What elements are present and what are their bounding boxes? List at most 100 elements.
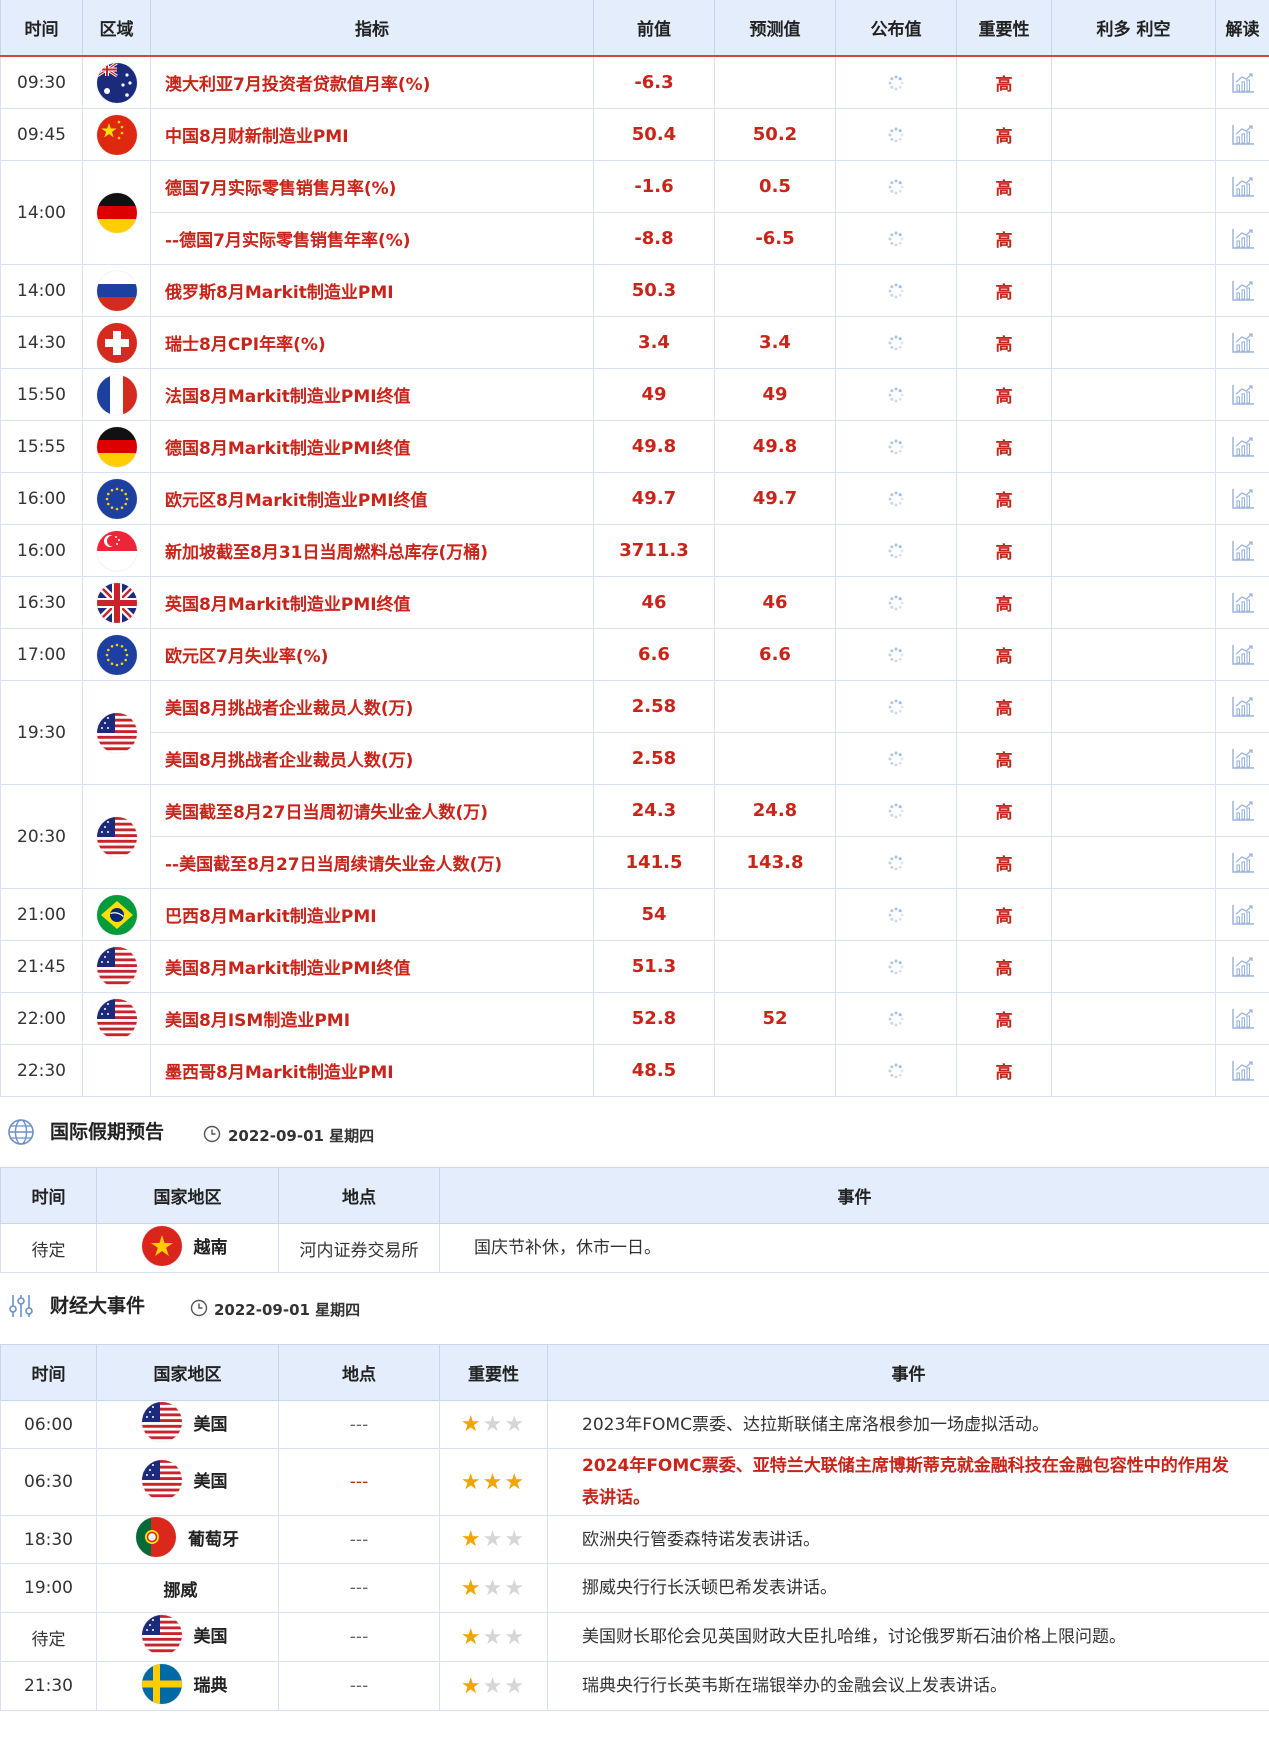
indicator-name[interactable]: 欧元区8月Markit制造业PMI终值 <box>150 472 594 525</box>
analysis-cell[interactable] <box>1215 55 1269 109</box>
usa-flag-icon <box>141 1614 182 1655</box>
analysis-cell[interactable] <box>1215 888 1269 941</box>
analysis-cell[interactable] <box>1215 1044 1269 1097</box>
chart-analysis-icon[interactable] <box>1230 487 1256 511</box>
col-header-importance: 重要性 <box>956 0 1052 57</box>
indicator-name[interactable]: 美国8月ISM制造业PMI <box>150 992 594 1045</box>
chart-analysis-icon[interactable] <box>1230 643 1256 667</box>
analysis-cell[interactable] <box>1215 264 1269 317</box>
previous-value: 51.3 <box>593 940 715 993</box>
time-cell: 17:00 <box>0 628 83 681</box>
analysis-cell[interactable] <box>1215 420 1269 473</box>
indicator-name[interactable]: 澳大利亚7月投资者贷款值月率(%) <box>150 55 594 109</box>
chart-analysis-icon[interactable] <box>1230 539 1256 563</box>
analysis-cell[interactable] <box>1215 472 1269 525</box>
analysis-cell[interactable] <box>1215 992 1269 1045</box>
chart-analysis-icon[interactable] <box>1230 71 1256 95</box>
france-flag-icon <box>96 374 137 415</box>
econ-row: 09:30 澳大利亚7月投资者贷款值月率(%) -6.3 高 <box>0 55 1269 109</box>
analysis-cell[interactable] <box>1215 160 1269 213</box>
indicator-name[interactable]: --德国7月实际零售销售年率(%) <box>150 212 594 265</box>
forecast-value: 49.7 <box>714 472 836 525</box>
actual-value <box>835 992 957 1045</box>
indicator-name[interactable]: 瑞士8月CPI年率(%) <box>150 316 594 369</box>
analysis-cell[interactable] <box>1215 368 1269 421</box>
usa-flag-icon <box>141 1459 182 1500</box>
indicator-name[interactable]: 德国7月实际零售销售月率(%) <box>150 160 594 213</box>
econ-row: 16:00 新加坡截至8月31日当周燃料总库存(万桶) 3711.3 高 <box>0 524 1269 577</box>
clock-icon <box>203 1125 221 1143</box>
chart-analysis-icon[interactable] <box>1230 1059 1256 1083</box>
event-importance: ★★★ <box>439 1400 548 1449</box>
indicator-name[interactable]: 俄罗斯8月Markit制造业PMI <box>150 264 594 317</box>
previous-value: 50.4 <box>593 108 715 161</box>
chart-analysis-icon[interactable] <box>1230 1007 1256 1031</box>
event-row: 18:30 葡萄牙 --- ★★★ 欧洲央行管委森特诺发表讲话。 <box>0 1515 1269 1564</box>
time-cell: 22:00 <box>0 992 83 1045</box>
indicator-name[interactable]: 美国8月Markit制造业PMI终值 <box>150 940 594 993</box>
analysis-cell[interactable] <box>1215 732 1269 785</box>
chart-analysis-icon[interactable] <box>1230 123 1256 147</box>
indicator-name[interactable]: 美国截至8月27日当周初请失业金人数(万) <box>150 784 594 837</box>
indicator-name[interactable]: 德国8月Markit制造业PMI终值 <box>150 420 594 473</box>
chart-analysis-icon[interactable] <box>1230 747 1256 771</box>
forecast-value <box>714 888 836 941</box>
event-place: --- <box>278 1448 440 1516</box>
loading-spinner-icon <box>888 647 904 662</box>
impact-cell <box>1051 368 1216 421</box>
indicator-name[interactable]: --美国截至8月27日当周续请失业金人数(万) <box>150 836 594 889</box>
chart-analysis-icon[interactable] <box>1230 435 1256 459</box>
analysis-cell[interactable] <box>1215 212 1269 265</box>
indicator-name[interactable]: 美国8月挑战者企业裁员人数(万) <box>150 680 594 733</box>
chart-analysis-icon[interactable] <box>1230 175 1256 199</box>
previous-value: 3711.3 <box>593 524 715 577</box>
events-section-title: 财经大事件 <box>50 1295 146 1317</box>
actual-value <box>835 108 957 161</box>
analysis-cell[interactable] <box>1215 680 1269 733</box>
chart-analysis-icon[interactable] <box>1230 591 1256 615</box>
chart-analysis-icon[interactable] <box>1230 851 1256 875</box>
actual-value <box>835 212 957 265</box>
chart-analysis-icon[interactable] <box>1230 227 1256 251</box>
forecast-value: 0.5 <box>714 160 836 213</box>
indicator-name[interactable]: 新加坡截至8月31日当周燃料总库存(万桶) <box>150 524 594 577</box>
chart-analysis-icon[interactable] <box>1230 799 1256 823</box>
econ-row: 22:30 墨西哥8月Markit制造业PMI 48.5 高 <box>0 1044 1269 1097</box>
col-header-analysis: 解读 <box>1215 0 1269 57</box>
analysis-cell[interactable] <box>1215 784 1269 837</box>
analysis-cell[interactable] <box>1215 628 1269 681</box>
event-importance: ★★★ <box>439 1515 548 1564</box>
germany-flag-icon <box>96 192 137 233</box>
indicator-name[interactable]: 美国8月挑战者企业裁员人数(万) <box>150 732 594 785</box>
loading-spinner-icon <box>888 699 904 714</box>
indicator-name[interactable]: 英国8月Markit制造业PMI终值 <box>150 576 594 629</box>
analysis-cell[interactable] <box>1215 524 1269 577</box>
chart-analysis-icon[interactable] <box>1230 955 1256 979</box>
indicator-name[interactable]: 中国8月财新制造业PMI <box>150 108 594 161</box>
sweden-flag-icon <box>141 1663 182 1704</box>
chart-analysis-icon[interactable] <box>1230 695 1256 719</box>
holiday-section-header: 国际假期预告 2022-09-01 星期四 <box>0 1097 1269 1167</box>
indicator-name[interactable]: 巴西8月Markit制造业PMI <box>150 888 594 941</box>
chart-analysis-icon[interactable] <box>1230 279 1256 303</box>
forecast-value: -6.5 <box>714 212 836 265</box>
indicator-name[interactable]: 墨西哥8月Markit制造业PMI <box>150 1044 594 1097</box>
previous-value: 54 <box>593 888 715 941</box>
chart-analysis-icon[interactable] <box>1230 383 1256 407</box>
indicator-name[interactable]: 欧元区7月失业率(%) <box>150 628 594 681</box>
analysis-cell[interactable] <box>1215 108 1269 161</box>
region-cell <box>82 368 151 421</box>
econ-row: 14:00 德国7月实际零售销售月率(%) -1.6 0.5 高 <box>0 160 1269 265</box>
indicator-name[interactable]: 法国8月Markit制造业PMI终值 <box>150 368 594 421</box>
analysis-cell[interactable] <box>1215 576 1269 629</box>
event-description: 2024年FOMC票委、亚特兰大联储主席博斯蒂克就金融科技在金融包容性中的作用发… <box>547 1448 1269 1516</box>
analysis-cell[interactable] <box>1215 836 1269 889</box>
importance-stars: ★★★ <box>461 1625 526 1650</box>
chart-analysis-icon[interactable] <box>1230 903 1256 927</box>
event-place: --- <box>278 1661 440 1711</box>
analysis-cell[interactable] <box>1215 940 1269 993</box>
chart-analysis-icon[interactable] <box>1230 331 1256 355</box>
time-cell: 21:45 <box>0 940 83 993</box>
impact-cell <box>1051 55 1216 109</box>
analysis-cell[interactable] <box>1215 316 1269 369</box>
